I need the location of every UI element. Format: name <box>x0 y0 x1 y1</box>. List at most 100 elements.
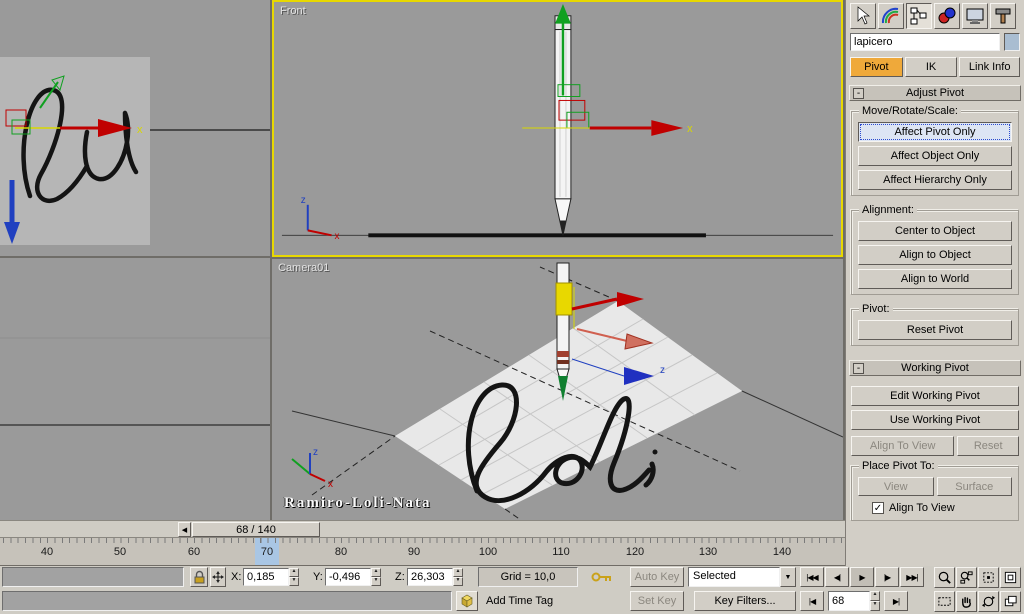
group-place-pivot-to: Place Pivot To: View Surface ✓ Align To … <box>851 460 1019 521</box>
auto-key-button[interactable]: Auto Key <box>630 567 684 587</box>
time-slider-thumb[interactable]: 68 / 140 <box>192 522 320 537</box>
next-key-button[interactable]: ▶| <box>884 591 908 611</box>
group-move-rotate-scale: Move/Rotate/Scale: Affect Pivot Only Aff… <box>851 105 1019 196</box>
next-frame-button[interactable]: |▶ <box>875 567 899 587</box>
tab-create[interactable] <box>850 3 876 29</box>
align-to-object-button[interactable]: Align to Object <box>858 245 1012 265</box>
tab-hierarchy[interactable] <box>906 3 932 29</box>
play-button[interactable]: ▶ <box>850 567 874 587</box>
maximize-viewport-toggle-button[interactable] <box>1000 591 1021 612</box>
axis-z-label: z <box>660 365 665 376</box>
ruler-tick-label: 120 <box>625 546 645 558</box>
gizmo-selection-highlight <box>555 282 573 316</box>
time-slider-track[interactable]: ◀ 68 / 140 <box>0 520 845 537</box>
edit-working-pivot-button[interactable]: Edit Working Pivot <box>851 386 1019 406</box>
viewport-camera[interactable]: z z x Camera01 Ramiro-Loli-Nata <box>272 259 843 520</box>
tab-utilities[interactable] <box>990 3 1016 29</box>
z-coordinate-spinner[interactable]: ▲ ▼ <box>453 568 463 586</box>
z-coordinate-input[interactable] <box>407 568 453 586</box>
track-bar-ruler[interactable]: 40 50 60 70 80 90 100 110 120 130 140 <box>0 537 845 566</box>
current-frame-spinner[interactable]: ▲ ▼ <box>870 591 880 611</box>
spinner-up-icon[interactable]: ▲ <box>870 591 880 601</box>
time-slider-left-arrow[interactable]: ◀ <box>178 522 191 537</box>
key-filters-button[interactable]: Key Filters... <box>694 591 796 611</box>
x-coordinate-spinner[interactable]: ▲ ▼ <box>289 568 299 586</box>
go-to-start-button[interactable]: |◀◀ <box>800 567 824 587</box>
selection-set-value: Selected <box>688 567 780 587</box>
viewport-left-bottom-canvas <box>0 337 270 426</box>
place-view-button[interactable]: View <box>858 477 934 496</box>
spinner-up-icon[interactable]: ▲ <box>453 568 463 577</box>
max-application-window: x x z x Front z z x Camera01 Ramiro-Loli… <box>0 0 1024 614</box>
gizmo-red-arrowhead <box>617 292 644 307</box>
align-to-world-button[interactable]: Align to World <box>858 269 1012 289</box>
dropdown-arrow-icon[interactable]: ▼ <box>780 567 796 587</box>
zoom-all-button[interactable] <box>956 567 977 588</box>
spinner-down-icon[interactable]: ▼ <box>371 577 381 586</box>
viewport-label-camera[interactable]: Camera01 <box>278 262 329 274</box>
key-mode-button[interactable] <box>588 566 616 588</box>
add-time-tag-field[interactable]: Add Time Tag <box>486 595 553 607</box>
affect-hierarchy-only-button[interactable]: Affect Hierarchy Only <box>858 170 1012 190</box>
spinner-up-icon[interactable]: ▲ <box>289 568 299 577</box>
spinner-down-icon[interactable]: ▼ <box>453 577 463 586</box>
arc-rotate-icon <box>981 595 996 608</box>
viewport-left-bottom[interactable] <box>0 258 270 520</box>
viewport-left-top[interactable]: x <box>0 0 270 256</box>
spinner-down-icon[interactable]: ▼ <box>870 601 880 611</box>
rollout-adjust-pivot[interactable]: - Adjust Pivot <box>849 85 1021 101</box>
group-title: Pivot: <box>859 303 893 315</box>
x-coordinate-label: X: <box>231 571 242 583</box>
object-color-swatch[interactable] <box>1004 33 1020 51</box>
collapse-icon[interactable]: - <box>853 362 864 374</box>
group-title: Place Pivot To: <box>859 460 938 472</box>
rollout-working-pivot[interactable]: - Working Pivot <box>849 360 1021 376</box>
grid-size-display: Grid = 10,0 <box>478 567 578 587</box>
tab-display[interactable] <box>962 3 988 29</box>
set-key-button[interactable]: Set Key <box>630 591 684 611</box>
current-frame-input[interactable] <box>828 591 870 611</box>
tab-modify[interactable] <box>878 3 904 29</box>
align-to-view-checkbox[interactable]: ✓ <box>872 502 884 514</box>
affect-pivot-only-button[interactable]: Affect Pivot Only <box>858 122 1012 142</box>
subtab-pivot[interactable]: Pivot <box>850 57 903 77</box>
time-tag-button[interactable] <box>456 591 478 611</box>
object-name-input[interactable] <box>850 33 1000 51</box>
ruler-tick-label: 80 <box>334 546 348 558</box>
plane-edge-extension <box>741 390 843 438</box>
ruler-tick-label: 40 <box>40 546 54 558</box>
use-working-pivot-button[interactable]: Use Working Pivot <box>851 410 1019 430</box>
previous-key-button[interactable]: |◀ <box>800 591 824 611</box>
viewport-front[interactable]: x z x Front <box>272 0 843 257</box>
field-of-view-button[interactable] <box>934 591 955 612</box>
reset-pivot-button[interactable]: Reset Pivot <box>858 320 1012 340</box>
place-surface-button[interactable]: Surface <box>936 477 1012 496</box>
pan-button[interactable] <box>956 591 977 612</box>
pan-hand-icon <box>962 597 971 608</box>
tab-motion[interactable] <box>934 3 960 29</box>
previous-frame-button[interactable]: ◀| <box>825 567 849 587</box>
zoom-extents-button[interactable] <box>978 567 999 588</box>
arc-rotate-button[interactable] <box>978 591 999 612</box>
reset-working-pivot-button[interactable]: Reset <box>957 436 1019 456</box>
collapse-icon[interactable]: - <box>853 87 864 99</box>
go-to-end-button[interactable]: ▶▶| <box>900 567 924 587</box>
center-to-object-button[interactable]: Center to Object <box>858 221 1012 241</box>
zoom-button[interactable] <box>934 567 955 588</box>
selection-set-dropdown[interactable]: Selected ▼ <box>688 567 796 587</box>
spinner-down-icon[interactable]: ▼ <box>289 577 299 586</box>
subtab-link-info[interactable]: Link Info <box>959 57 1021 77</box>
selection-lock-button[interactable] <box>190 567 208 587</box>
x-coordinate-input[interactable] <box>243 568 289 586</box>
zoom-extents-all-button[interactable] <box>1000 567 1021 588</box>
subtab-ik[interactable]: IK <box>904 57 958 77</box>
spinner-up-icon[interactable]: ▲ <box>371 568 381 577</box>
absolute-offset-toggle[interactable] <box>210 567 226 587</box>
viewport-label-front[interactable]: Front <box>280 5 306 17</box>
align-to-view-button[interactable]: Align To View <box>851 436 955 456</box>
affect-object-only-button[interactable]: Affect Object Only <box>858 146 1012 166</box>
ruler-tick-label: 60 <box>187 546 201 558</box>
ruler-tick-label: 100 <box>478 546 498 558</box>
y-coordinate-spinner[interactable]: ▲ ▼ <box>371 568 381 586</box>
y-coordinate-input[interactable] <box>325 568 371 586</box>
